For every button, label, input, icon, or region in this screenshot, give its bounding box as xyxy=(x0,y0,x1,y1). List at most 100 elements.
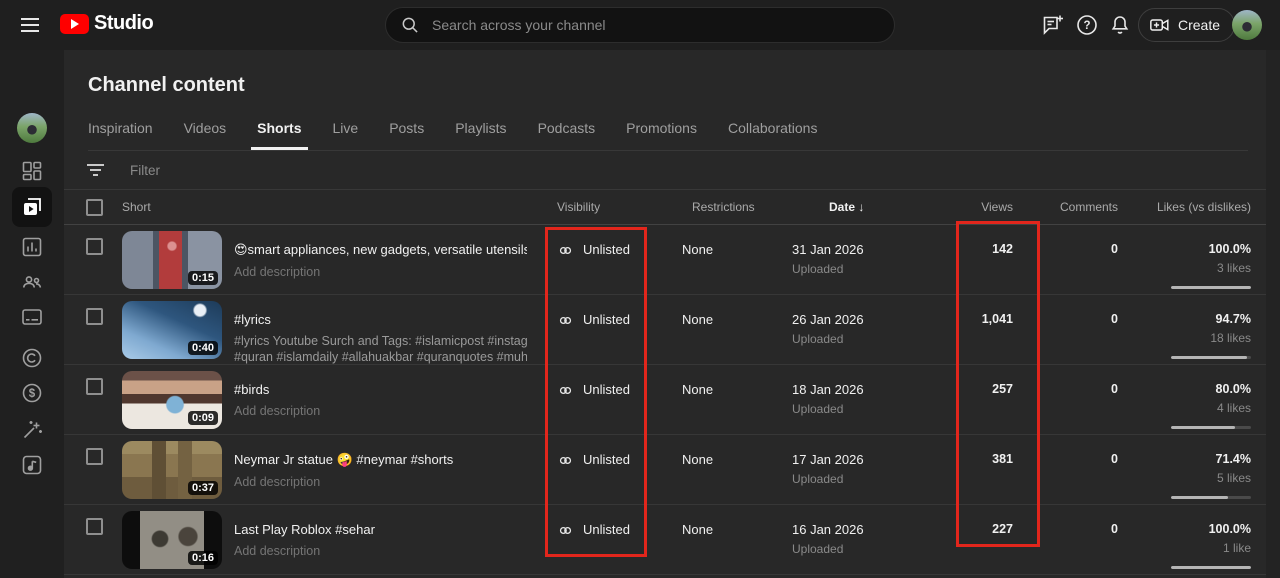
video-title[interactable]: #birds xyxy=(234,382,527,397)
table-header: Short Visibility Restrictions Date ↓ Vie… xyxy=(64,190,1266,225)
feedback-icon[interactable] xyxy=(1041,13,1065,37)
visibility-cell[interactable]: Unlisted xyxy=(545,435,680,504)
header-likes[interactable]: Likes (vs dislikes) xyxy=(1118,190,1251,224)
notifications-icon[interactable] xyxy=(1108,13,1132,37)
tab-promotions[interactable]: Promotions xyxy=(626,120,697,150)
views-cell: 142 xyxy=(917,225,1013,294)
help-icon[interactable]: ? xyxy=(1075,13,1099,37)
youtube-play-icon xyxy=(60,14,89,34)
tab-podcasts[interactable]: Podcasts xyxy=(538,120,596,150)
filter-input[interactable] xyxy=(130,163,430,178)
restrictions-cell: None xyxy=(680,225,792,294)
duration-badge: 0:15 xyxy=(188,271,218,285)
table-row[interactable]: 0:09 #birdsAdd description Unlisted None… xyxy=(64,365,1266,435)
comments-cell: 0 xyxy=(1013,365,1118,434)
video-thumbnail[interactable]: 0:40 xyxy=(122,301,222,359)
tab-videos[interactable]: Videos xyxy=(184,120,227,150)
select-all-checkbox[interactable] xyxy=(86,199,103,216)
search-icon xyxy=(400,15,420,35)
video-thumbnail[interactable]: 0:16 xyxy=(122,511,222,569)
header-visibility[interactable]: Visibility xyxy=(545,190,680,224)
scrollbar-gutter[interactable] xyxy=(1266,50,1280,578)
row-checkbox[interactable] xyxy=(86,518,103,535)
video-title[interactable]: Last Play Roblox #sehar xyxy=(234,522,527,537)
date-status: Uploaded xyxy=(792,542,917,556)
content-tabs: Inspiration Videos Shorts Live Posts Pla… xyxy=(88,112,1248,151)
comments-cell: 0 xyxy=(1013,225,1118,294)
tab-shorts[interactable]: Shorts xyxy=(257,120,301,150)
video-description[interactable]: Add description xyxy=(234,543,527,559)
likes-ratio-bar xyxy=(1171,356,1251,359)
visibility-cell[interactable]: Unlisted xyxy=(545,225,680,294)
visibility-cell[interactable]: Unlisted xyxy=(545,295,680,364)
date-status: Uploaded xyxy=(792,262,917,276)
page-title: Channel content xyxy=(88,74,245,97)
row-checkbox[interactable] xyxy=(86,448,103,465)
views-cell: 227 xyxy=(917,505,1013,574)
video-description[interactable]: Add description xyxy=(234,403,527,419)
svg-text:$: $ xyxy=(29,388,36,400)
filter-bar xyxy=(64,151,1266,190)
tab-posts[interactable]: Posts xyxy=(389,120,424,150)
create-video-icon xyxy=(1149,14,1171,36)
likes-ratio-bar xyxy=(1171,286,1251,289)
table-row[interactable]: 0:40 #lyrics #lyrics Youtube Surch and Ta… xyxy=(64,295,1266,365)
audio-library-icon[interactable] xyxy=(20,453,44,477)
account-avatar[interactable] xyxy=(1232,10,1262,40)
date-cell: 31 Jan 2026Uploaded xyxy=(792,225,917,294)
video-description[interactable]: Add description xyxy=(234,264,527,280)
subtitles-icon[interactable] xyxy=(20,305,44,329)
tab-inspiration[interactable]: Inspiration xyxy=(88,120,153,150)
row-checkbox[interactable] xyxy=(86,378,103,395)
video-title[interactable]: #lyrics xyxy=(234,312,527,327)
header-date[interactable]: Date ↓ xyxy=(792,190,917,224)
date-status: Uploaded xyxy=(792,472,917,486)
create-button[interactable]: Create xyxy=(1138,8,1235,42)
row-checkbox[interactable] xyxy=(86,238,103,255)
restrictions-cell: None xyxy=(680,295,792,364)
row-checkbox[interactable] xyxy=(86,308,103,325)
date-cell: 16 Jan 2026Uploaded xyxy=(792,505,917,574)
header-restrictions[interactable]: Restrictions xyxy=(680,190,792,224)
table-row[interactable]: 0:16 Last Play Roblox #sehar Add descript… xyxy=(64,505,1266,575)
dashboard-icon[interactable] xyxy=(20,159,44,183)
tab-live[interactable]: Live xyxy=(333,120,359,150)
likes-ratio-bar xyxy=(1171,496,1251,499)
tab-playlists[interactable]: Playlists xyxy=(455,120,506,150)
date-cell: 18 Jan 2026Uploaded xyxy=(792,365,917,434)
table-row[interactable]: 0:15 😍smart appliances, new gadgets, ver… xyxy=(64,225,1266,295)
analytics-icon[interactable] xyxy=(20,235,44,259)
sidebar-channel-avatar[interactable] xyxy=(17,113,47,143)
copyright-icon[interactable] xyxy=(20,346,44,370)
menu-icon[interactable] xyxy=(18,13,42,37)
tab-collaborations[interactable]: Collaborations xyxy=(728,120,818,150)
visibility-cell[interactable]: Unlisted xyxy=(545,505,680,574)
visibility-cell[interactable]: Unlisted xyxy=(545,365,680,434)
customization-icon[interactable] xyxy=(20,418,44,442)
community-icon[interactable] xyxy=(20,270,44,294)
date-cell: 17 Jan 2026Uploaded xyxy=(792,435,917,504)
create-button-label: Create xyxy=(1178,17,1220,33)
channel-search[interactable] xyxy=(385,7,895,43)
filter-icon[interactable] xyxy=(86,164,104,176)
video-thumbnail[interactable]: 0:15 xyxy=(122,231,222,289)
header-short[interactable]: Short xyxy=(122,190,222,224)
content-icon[interactable] xyxy=(20,195,44,219)
studio-logo[interactable]: Studio xyxy=(60,12,153,35)
video-description[interactable]: Add description xyxy=(234,474,527,490)
studio-logo-text: Studio xyxy=(94,12,153,35)
shorts-list: 0:15 😍smart appliances, new gadgets, ver… xyxy=(64,225,1266,575)
header-comments[interactable]: Comments xyxy=(1013,190,1118,224)
link-icon xyxy=(557,382,574,399)
table-row[interactable]: 0:37 Neymar Jr statue 🤪 #neymar #shorts A… xyxy=(64,435,1266,505)
video-description[interactable]: #lyrics Youtube Surch and Tags: #islamic… xyxy=(234,333,527,364)
video-thumbnail[interactable]: 0:09 xyxy=(122,371,222,429)
video-thumbnail[interactable]: 0:37 xyxy=(122,441,222,499)
sidebar: $ xyxy=(0,50,64,578)
video-title[interactable]: 😍smart appliances, new gadgets, versatil… xyxy=(234,242,527,258)
search-input[interactable] xyxy=(432,17,894,33)
header-views[interactable]: Views xyxy=(917,190,1013,224)
comments-cell: 0 xyxy=(1013,505,1118,574)
video-title[interactable]: Neymar Jr statue 🤪 #neymar #shorts xyxy=(234,452,527,468)
earn-icon[interactable]: $ xyxy=(20,381,44,405)
